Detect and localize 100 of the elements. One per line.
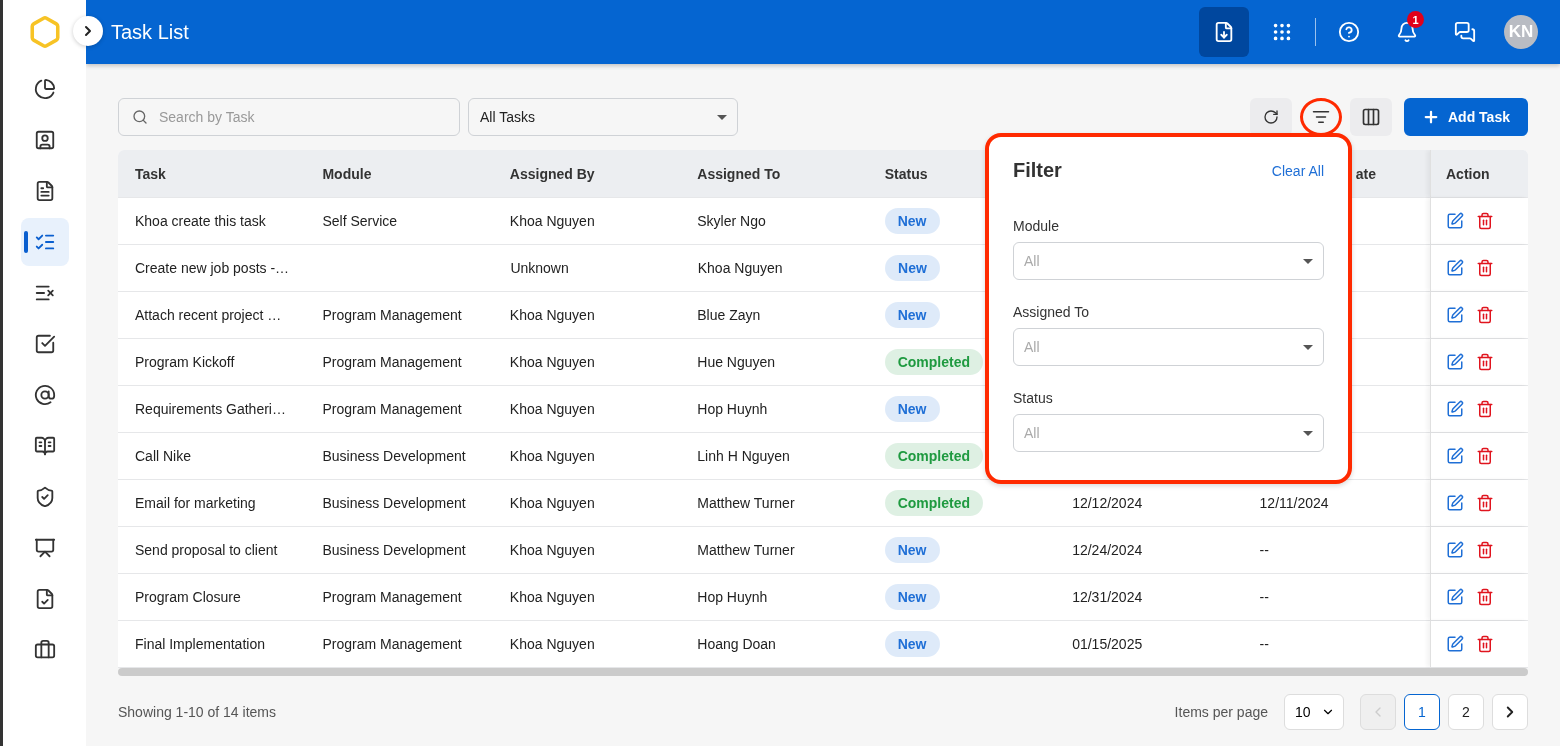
trash-icon — [1476, 447, 1494, 465]
table-cell: Program Closure — [135, 589, 241, 605]
table-cell: Hop Huynh — [697, 401, 768, 417]
table-cell: Unknown — [510, 260, 569, 276]
caret-icon — [717, 114, 727, 120]
table-cell: Requirements Gatheri… — [135, 401, 286, 417]
contact-card-icon — [33, 129, 56, 151]
edit-icon — [1446, 212, 1464, 230]
refresh-button[interactable] — [1250, 98, 1292, 136]
edit-button[interactable] — [1446, 588, 1464, 606]
columns-button[interactable] — [1350, 98, 1392, 136]
table-cell: Program Management — [322, 354, 462, 370]
trash-icon — [1476, 400, 1494, 418]
search-field[interactable]: Search by Task — [118, 98, 460, 136]
table-cell: Attach recent project … — [135, 307, 282, 323]
table-cell: 01/15/2025 — [1072, 636, 1143, 652]
column-header: Module — [322, 165, 372, 182]
status-tag: New — [884, 584, 940, 610]
download-button[interactable] — [1199, 7, 1249, 57]
column-header: Task — [135, 165, 166, 182]
table-cell: Send proposal to client — [135, 542, 278, 558]
table-cell: Khoa Nguyen — [509, 636, 595, 652]
table-cell: Hop Huynh — [697, 589, 768, 605]
status-tag: New — [884, 537, 940, 563]
delete-button[interactable] — [1476, 635, 1494, 653]
trash-icon — [1476, 259, 1494, 277]
delete-button[interactable] — [1476, 259, 1494, 277]
status-tag: Completed — [884, 443, 984, 469]
caret-icon — [1303, 344, 1313, 350]
edit-icon — [1446, 353, 1464, 371]
table-cell: Khoa Nguyen — [697, 260, 783, 276]
edit-button[interactable] — [1446, 541, 1464, 559]
page-button[interactable]: 1 — [1404, 694, 1440, 730]
delete-button[interactable] — [1476, 588, 1494, 606]
trash-icon — [1476, 588, 1494, 606]
delete-button[interactable] — [1476, 541, 1494, 559]
delete-button[interactable] — [1476, 212, 1494, 230]
edit-button[interactable] — [1446, 306, 1464, 324]
table-cell: Create new job posts -… — [135, 260, 290, 276]
edit-button[interactable] — [1446, 447, 1464, 465]
help-icon — [1338, 21, 1360, 43]
table-cell: Blue Zayn — [697, 307, 761, 323]
notifications-button[interactable]: 1 — [1382, 7, 1432, 57]
task-scope-dropdown[interactable]: All Tasks — [468, 98, 738, 136]
column-header: Action — [1446, 165, 1490, 182]
expand-sidebar-button[interactable] — [73, 16, 103, 46]
column-header: Assigned By — [509, 165, 595, 182]
caret-icon — [1303, 430, 1313, 436]
filter-title: Filter — [1013, 159, 1062, 182]
edit-icon — [1446, 400, 1464, 418]
field-label: Status — [1013, 390, 1054, 406]
next-page-button[interactable] — [1492, 694, 1528, 730]
column-header: Assigned To — [697, 165, 781, 182]
edit-icon — [1446, 259, 1464, 277]
edit-icon — [1446, 306, 1464, 324]
briefcase-icon — [33, 639, 56, 661]
page-button[interactable]: 2 — [1448, 694, 1484, 730]
table-cell: Linh H Nguyen — [697, 448, 790, 464]
items-per-page-select[interactable]: 10 — [1284, 694, 1344, 730]
table-cell: Self Service — [322, 213, 398, 229]
book-icon — [33, 435, 56, 457]
table-cell: -- — [1259, 589, 1269, 605]
delete-button[interactable] — [1476, 306, 1494, 324]
field-label: Assigned To — [1013, 304, 1090, 320]
table-cell: Khoa Nguyen — [509, 589, 595, 605]
notification-count: 1 — [1407, 11, 1424, 28]
table-cell: Khoa Nguyen — [509, 448, 595, 464]
clear-all-link[interactable]: Clear All — [1271, 162, 1324, 179]
delete-button[interactable] — [1476, 447, 1494, 465]
delete-button[interactable] — [1476, 400, 1494, 418]
table-cell: -- — [1259, 636, 1269, 652]
horizontal-scrollbar[interactable] — [118, 668, 1528, 676]
status-tag: New — [884, 208, 940, 234]
trash-icon — [1476, 212, 1494, 230]
table-cell: Business Development — [322, 495, 466, 511]
sidebar-item[interactable] — [20, 218, 69, 266]
table-cell: Program Management — [322, 636, 462, 652]
items-per-page-label: Items per page — [1174, 704, 1268, 720]
table-cell: 12/11/2024 — [1259, 495, 1329, 511]
edit-button[interactable] — [1446, 212, 1464, 230]
table-cell: Khoa Nguyen — [509, 213, 595, 229]
table-cell: Program Management — [322, 589, 462, 605]
delete-button[interactable] — [1476, 353, 1494, 371]
caret-icon — [1303, 258, 1313, 264]
edit-button[interactable] — [1446, 400, 1464, 418]
edit-button[interactable] — [1446, 635, 1464, 653]
table-cell: Khoa Nguyen — [509, 354, 595, 370]
trash-icon — [1476, 541, 1494, 559]
edit-button[interactable] — [1446, 494, 1464, 512]
add-task-button[interactable]: Add Task — [1404, 98, 1528, 136]
trash-icon — [1476, 494, 1494, 512]
delete-button[interactable] — [1476, 494, 1494, 512]
edit-icon — [1446, 447, 1464, 465]
table-cell: Business Development — [322, 448, 466, 464]
refresh-icon — [1263, 109, 1279, 125]
edit-button[interactable] — [1446, 353, 1464, 371]
filter-button[interactable] — [1300, 98, 1342, 136]
table-cell: Program Management — [322, 401, 462, 417]
edit-button[interactable] — [1446, 259, 1464, 277]
checkbox-icon — [33, 333, 56, 355]
